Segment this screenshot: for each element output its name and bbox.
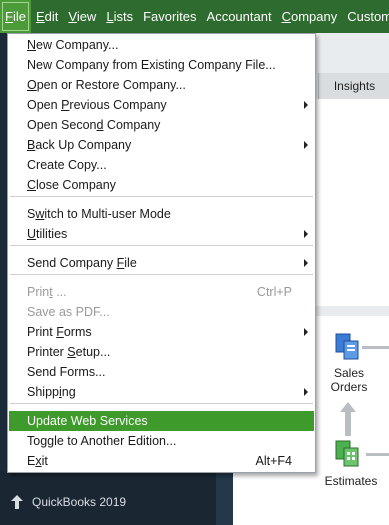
submenu-arrow-icon: [304, 141, 308, 149]
menu-bar: File Edit View Lists Favorites Accountan…: [0, 0, 389, 33]
menu-separator: [10, 274, 313, 275]
file-menu-item-new-company[interactable]: New Company...: [9, 35, 314, 55]
menu-accountant[interactable]: Accountant: [202, 0, 277, 33]
file-menu-item-exit[interactable]: Exit Alt+F4: [9, 451, 314, 471]
quickbooks-version-label: QuickBooks 2019: [32, 495, 127, 509]
menu-company[interactable]: Company: [277, 0, 343, 33]
file-menu-item-shipping[interactable]: Shipping: [9, 382, 314, 402]
shortcut-label: Ctrl+P: [256, 285, 292, 299]
submenu-arrow-icon: [304, 259, 308, 267]
submenu-arrow-icon: [304, 230, 308, 238]
file-menu-item-switch-to-multi-user-mode[interactable]: Switch to Multi-user Mode: [9, 204, 314, 224]
menu-separator: [10, 403, 313, 404]
menu-lists[interactable]: Lists: [101, 0, 138, 33]
menu-favorites[interactable]: Favorites: [138, 0, 201, 33]
menu-view[interactable]: View: [63, 0, 101, 33]
file-menu-item-print-forms[interactable]: Print Forms: [9, 322, 314, 342]
file-menu-item-send-company-file[interactable]: Send Company File: [9, 253, 314, 273]
file-menu-item-close-company[interactable]: Close Company: [9, 175, 314, 195]
quickbooks-footer[interactable]: QuickBooks 2019: [10, 494, 126, 510]
arrow-up-icon: [11, 495, 23, 509]
submenu-arrow-icon: [304, 388, 308, 396]
flow-arrow-up-icon: [340, 402, 356, 436]
file-menu-item-create-copy[interactable]: Create Copy...: [9, 155, 314, 175]
file-menu-item-printer-setup[interactable]: Printer Setup...: [9, 342, 314, 362]
menu-separator: [10, 245, 313, 246]
menu-file[interactable]: File: [0, 0, 31, 33]
file-menu-item-open-previous-company[interactable]: Open Previous Company: [9, 95, 314, 115]
file-menu-item-open-or-restore-company[interactable]: Open or Restore Company...: [9, 75, 314, 95]
file-menu-item-print[interactable]: Print ... Ctrl+P: [9, 282, 314, 302]
submenu-arrow-icon: [304, 328, 308, 336]
file-menu-item-open-second-company[interactable]: Open Second Company: [9, 115, 314, 135]
insights-panel: [316, 99, 389, 306]
file-menu-item-new-company-from-existing-company-file[interactable]: New Company from Existing Company File..…: [9, 55, 314, 75]
file-menu-dropdown: New Company... New Company from Existing …: [7, 33, 316, 473]
file-menu-item-send-forms[interactable]: Send Forms...: [9, 362, 314, 382]
submenu-arrow-icon: [304, 101, 308, 109]
sales-orders-label[interactable]: Sales Orders: [322, 366, 376, 394]
sales-orders-icon[interactable]: [335, 333, 361, 361]
flow-connector: [366, 453, 389, 456]
file-menu-item-update-web-services[interactable]: Update Web Services: [9, 411, 314, 431]
menu-separator: [10, 196, 313, 197]
file-menu-item-utilities[interactable]: Utilities: [9, 224, 314, 244]
menu-edit[interactable]: Edit: [31, 0, 63, 33]
file-menu-item-toggle-to-another-edition[interactable]: Toggle to Another Edition...: [9, 431, 314, 451]
estimates-icon[interactable]: [335, 440, 361, 468]
flow-connector: [362, 346, 389, 349]
estimates-label[interactable]: Estimates: [318, 474, 384, 488]
menu-customers[interactable]: Custom: [342, 0, 389, 33]
file-menu-item-back-up-company[interactable]: Back Up Company: [9, 135, 314, 155]
file-menu-item-save-as-pdf[interactable]: Save as PDF...: [9, 302, 314, 322]
shortcut-label: Alt+F4: [255, 454, 292, 468]
tab-insights[interactable]: Insights: [318, 73, 389, 99]
